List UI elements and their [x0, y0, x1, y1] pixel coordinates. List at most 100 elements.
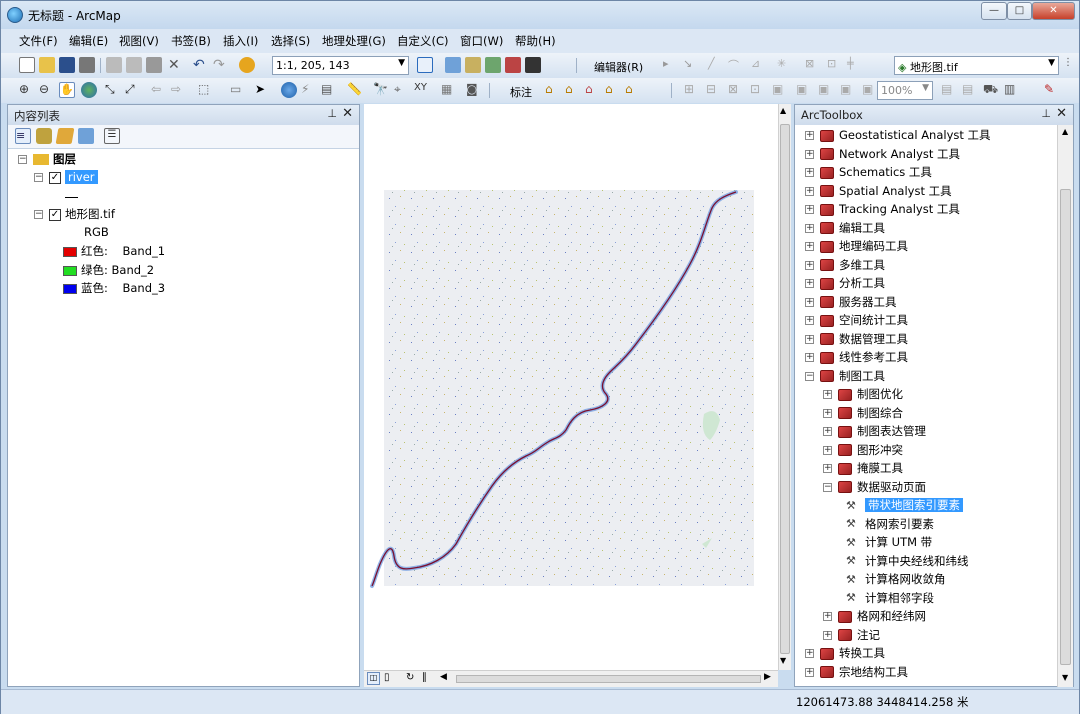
menu-help[interactable]: 帮助(H): [515, 33, 556, 49]
band-green[interactable]: 绿色: Band_2: [63, 261, 154, 279]
menu-file[interactable]: 文件(F): [19, 33, 58, 49]
toolbox-item-label[interactable]: 转换工具: [839, 646, 885, 660]
add-data-icon[interactable]: [239, 57, 255, 73]
zoom-whole-page-icon[interactable]: ⊡: [750, 82, 766, 98]
toolbox-item[interactable]: + 数据管理工具: [805, 330, 908, 348]
save-icon[interactable]: [59, 57, 75, 73]
toolbox-item[interactable]: + Geostatistical Analyst 工具: [805, 126, 991, 144]
toolbox-item[interactable]: ⚒ 计算格网收敛角: [841, 570, 946, 588]
band-red[interactable]: 红色: Band_1: [63, 242, 165, 260]
toolbox-item-label[interactable]: 数据管理工具: [839, 332, 908, 346]
list-by-source-icon[interactable]: [36, 128, 52, 144]
menu-bookmarks[interactable]: 书签(B): [171, 33, 211, 49]
toolbox-item-label[interactable]: 宗地结构工具: [839, 665, 908, 679]
toolbox-item-label[interactable]: Spatial Analyst 工具: [839, 184, 952, 198]
pan-icon[interactable]: ✋: [59, 82, 75, 98]
editor-pen-icon[interactable]: ✎: [1044, 82, 1060, 98]
time-slider-icon[interactable]: ▦: [441, 82, 457, 98]
expand-icon[interactable]: +: [805, 168, 814, 177]
toolbox-item-label[interactable]: 多维工具: [839, 258, 885, 272]
toolbox-item-label[interactable]: Schematics 工具: [839, 165, 932, 179]
toolbox-item-label[interactable]: Geostatistical Analyst 工具: [839, 128, 991, 142]
focus-data-frame-icon[interactable]: ▤: [962, 82, 978, 98]
toolbox-item[interactable]: ⚒ 计算相邻字段: [841, 589, 934, 607]
toolbox-item-label[interactable]: 计算 UTM 带: [865, 535, 932, 549]
pause-drawing-icon[interactable]: ∥: [422, 672, 427, 683]
create-viewer-window-icon[interactable]: ◙: [466, 82, 482, 98]
data-view-icon[interactable]: ◫: [367, 672, 380, 685]
scroll-thumb[interactable]: [1060, 189, 1071, 665]
layer-river[interactable]: − ✓ river: [34, 168, 98, 186]
zoom-out-icon[interactable]: ⊖: [39, 82, 55, 98]
expand-icon[interactable]: +: [805, 186, 814, 196]
layout-pan-icon[interactable]: ⊠: [728, 82, 744, 98]
label-manager-icon[interactable]: ⌂: [545, 82, 561, 98]
toolbox-item[interactable]: ⚒ 带状地图索引要素: [841, 496, 963, 514]
copy-icon[interactable]: [126, 57, 142, 73]
editor-dropdown[interactable]: 编辑器(R): [594, 59, 643, 75]
point-icon[interactable]: ✳: [777, 57, 793, 73]
list-by-visibility-icon[interactable]: [55, 128, 75, 144]
undo-icon[interactable]: ↶: [193, 57, 209, 73]
menu-customize[interactable]: 自定义(C): [397, 33, 449, 49]
scroll-left-icon[interactable]: ◀: [440, 672, 447, 682]
options-icon[interactable]: ☰: [104, 128, 120, 144]
close-icon[interactable]: ✕: [342, 106, 353, 121]
expand-icon[interactable]: +: [805, 316, 814, 325]
toolbox-item-label[interactable]: Tracking Analyst 工具: [839, 202, 960, 216]
toolbox-scrollbar[interactable]: ▲ ▼: [1057, 125, 1073, 687]
trace-icon[interactable]: ⊿: [751, 57, 767, 73]
collapse-icon[interactable]: −: [823, 482, 832, 492]
maximize-button[interactable]: □: [1007, 2, 1032, 20]
delete-icon[interactable]: ✕: [168, 57, 184, 73]
toolbox-item-label[interactable]: 计算相邻字段: [865, 591, 934, 605]
expand-icon[interactable]: +: [823, 445, 832, 455]
toolbox-item[interactable]: + 分析工具: [805, 274, 885, 292]
toolbox-item-label[interactable]: 注记: [857, 628, 880, 642]
toolbox-item[interactable]: + 制图综合: [823, 404, 903, 422]
expand-icon[interactable]: +: [823, 408, 832, 418]
toolbox-item-label[interactable]: 图形冲突: [857, 443, 903, 457]
expand-icon[interactable]: +: [805, 260, 814, 270]
expand-icon[interactable]: +: [805, 334, 814, 344]
model-builder-icon[interactable]: [485, 57, 501, 73]
arctoolbox-icon[interactable]: [505, 57, 521, 73]
menu-edit[interactable]: 编辑(E): [69, 33, 108, 49]
expand-icon[interactable]: +: [805, 131, 814, 140]
expand-icon[interactable]: +: [805, 353, 814, 362]
list-by-drawing-order-icon[interactable]: ≡: [15, 128, 31, 144]
print-icon[interactable]: [79, 57, 95, 73]
toolbox-item-label[interactable]: 制图表达管理: [857, 424, 926, 438]
fixed-zoom-in-icon[interactable]: ⤡: [105, 82, 121, 98]
fixed-zoom-out-icon[interactable]: ⤢: [125, 82, 141, 98]
toolbox-item[interactable]: + Tracking Analyst 工具: [805, 200, 960, 218]
back-icon[interactable]: ⇦: [151, 82, 167, 98]
toolbox-item-label[interactable]: 空间统计工具: [839, 313, 908, 327]
full-extent-icon[interactable]: [81, 82, 97, 98]
layer-visibility-checkbox[interactable]: ✓: [49, 208, 61, 221]
editor-toolbar-icon[interactable]: [417, 57, 433, 73]
collapse-icon[interactable]: −: [34, 210, 43, 219]
scroll-up-icon[interactable]: ▲: [1062, 127, 1068, 136]
layers-root[interactable]: − 图层: [18, 150, 76, 168]
hyperlink-icon[interactable]: ⚡: [301, 82, 317, 98]
toolbox-item-label[interactable]: 制图工具: [839, 369, 885, 383]
toolbox-item-label[interactable]: 编辑工具: [839, 221, 885, 235]
refresh-icon[interactable]: ↻: [406, 672, 414, 683]
toolbox-item-label[interactable]: 线性参考工具: [839, 350, 908, 364]
close-button[interactable]: ✕: [1032, 2, 1075, 20]
clear-selection-icon[interactable]: ▭: [230, 82, 246, 98]
straight-segment-icon[interactable]: ╱: [708, 57, 724, 73]
expand-icon[interactable]: +: [805, 649, 814, 658]
toolbox-item[interactable]: + Network Analyst 工具: [805, 145, 960, 163]
expand-icon[interactable]: +: [823, 464, 832, 473]
toolbox-item-label[interactable]: 分析工具: [839, 276, 885, 290]
open-folder-icon[interactable]: [39, 57, 55, 73]
edit-tool-icon[interactable]: ▸: [663, 57, 679, 73]
toolbox-item[interactable]: + Spatial Analyst 工具: [805, 182, 952, 200]
toolbox-item[interactable]: ⚒ 计算 UTM 带: [841, 533, 932, 551]
layout-forward-icon[interactable]: ▣: [862, 82, 878, 98]
expand-icon[interactable]: +: [805, 205, 814, 214]
find-icon[interactable]: 🔭: [373, 82, 389, 98]
menu-selection[interactable]: 选择(S): [271, 33, 310, 49]
